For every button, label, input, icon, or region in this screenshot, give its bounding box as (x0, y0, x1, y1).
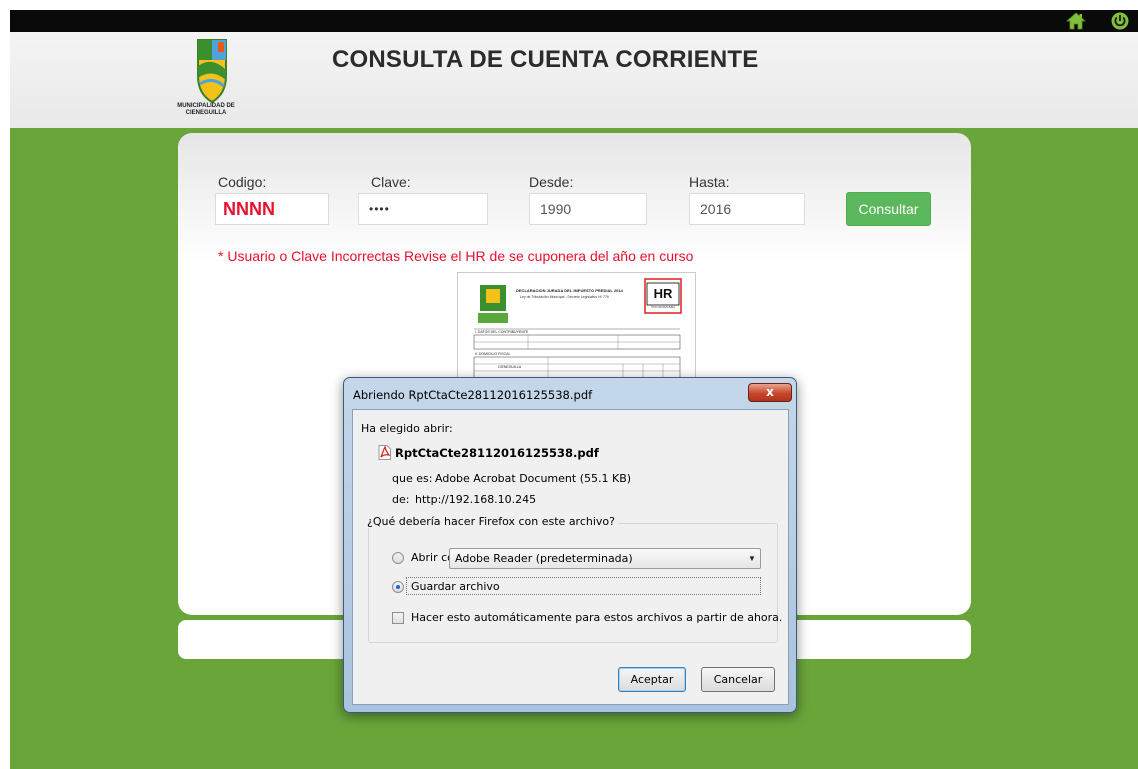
desde-input[interactable]: 1990 (529, 193, 647, 225)
hr-badge: HR (653, 286, 673, 301)
auto-action-checkbox[interactable] (392, 612, 404, 624)
home-icon[interactable] (1066, 11, 1086, 31)
file-source-label: de: (392, 493, 410, 506)
save-file-label[interactable]: Guardar archivo (411, 580, 500, 593)
power-icon[interactable] (1110, 11, 1130, 31)
hr-section-domicilio: II. DOMICILIO FISCAL (475, 352, 511, 356)
dialog-title: Abriendo RptCtaCte28112016125538.pdf (353, 388, 593, 402)
open-with-value: Adobe Reader (predeterminada) (455, 552, 633, 565)
logo-text: MUNICIPALIDAD DE CIENEGUILLA (177, 103, 235, 116)
codigo-input[interactable]: NNNN (215, 193, 329, 225)
hasta-label: Hasta: (689, 174, 730, 190)
chosen-label: Ha elegido abrir: (361, 422, 453, 435)
hr-badge-caption: HOJA DE RESUMEN (651, 306, 675, 309)
dialog-close-button[interactable]: x (748, 383, 792, 402)
cancel-button[interactable]: Cancelar (701, 667, 775, 692)
hr-logo-band (478, 313, 508, 323)
hr-district: CIENEGUILLA (498, 365, 522, 369)
hr-section-contribuyente: I. DATOS DEL CONTRIBUYENTE (475, 330, 529, 334)
save-file-radio[interactable] (392, 581, 404, 593)
open-with-radio[interactable] (392, 552, 404, 564)
left-margin (0, 10, 10, 769)
hr-logo-inner (486, 289, 500, 303)
consultar-button[interactable]: Consultar (846, 192, 931, 226)
open-with-select[interactable]: Adobe Reader (predeterminada) ▼ (449, 548, 761, 569)
top-bar (10, 10, 1138, 32)
action-question: ¿Qué debería hacer Firefox con este arch… (364, 515, 618, 528)
file-type-label: que es: (392, 472, 433, 485)
hr-title: DECLARACION JURADA DEL IMPUESTO PREDIAL … (516, 288, 623, 293)
page-title: CONSULTA DE CUENTA CORRIENTE (332, 46, 759, 73)
hasta-input[interactable]: 2016 (689, 193, 805, 225)
hr-subtitle: Ley de Tributación Municipal - Decreto L… (520, 295, 609, 299)
accept-button[interactable]: Aceptar (618, 667, 686, 692)
hr-document-image: DECLARACION JURADA DEL IMPUESTO PREDIAL … (457, 272, 696, 384)
chevron-down-icon: ▼ (748, 554, 756, 563)
page: MUNICIPALIDAD DE CIENEGUILLA CONSULTA DE… (0, 0, 1138, 769)
clave-input[interactable]: •••• (358, 193, 488, 225)
download-dialog: Abriendo RptCtaCte28112016125538.pdf x H… (343, 377, 797, 713)
file-source-value: http://192.168.10.245 (415, 493, 537, 506)
file-name: RptCtaCte28112016125538.pdf (395, 446, 599, 460)
file-type-value: Adobe Acrobat Document (55.1 KB) (435, 472, 632, 485)
pdf-file-icon (378, 445, 391, 460)
clave-label: Clave: (371, 174, 411, 190)
desde-label: Desde: (529, 174, 574, 190)
auto-action-label[interactable]: Hacer esto automáticamente para estos ar… (411, 611, 782, 624)
dialog-body: Ha elegido abrir: RptCtaCte2811201612553… (352, 409, 789, 705)
codigo-label: Codigo: (218, 174, 267, 190)
error-message: * Usuario o Clave Incorrectas Revise el … (218, 248, 694, 264)
